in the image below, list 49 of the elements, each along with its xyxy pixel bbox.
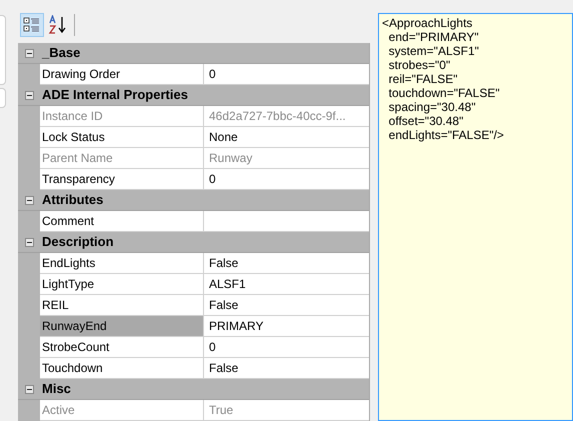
category-label: Misc (42, 380, 71, 398)
property-value[interactable]: ALSF1 (204, 274, 369, 295)
minus-icon (26, 92, 32, 98)
property-name[interactable]: RunwayEnd (40, 316, 204, 337)
minus-icon (26, 198, 32, 202)
xml-line: touchdown="FALSE" (388, 86, 501, 100)
property-value[interactable]: None (204, 127, 369, 148)
property-name[interactable]: StrobeCount (40, 337, 204, 358)
xml-text-area[interactable]: <ApproachLights end="PRIMARY" system="ALSF1" strobes="0" reil="FALSE" touchdown="FALSE" spacing="30.48" offset="30.48" endLights="FALSE"/> (378, 13, 573, 421)
minus-icon (26, 386, 32, 392)
category-label: Attributes (42, 191, 104, 210)
category-label: _Base (42, 44, 80, 62)
property-name[interactable]: REIL (40, 295, 204, 316)
property-value[interactable]: 0 (204, 64, 369, 85)
collapse-toggle[interactable] (24, 384, 34, 394)
minus-icon (26, 50, 32, 56)
xml-line: end="PRIMARY" (388, 30, 480, 44)
category-label: Description (42, 233, 114, 252)
categorized-button[interactable] (20, 12, 44, 36)
categorized-icon (23, 16, 41, 34)
xml-line: endLights="FALSE"/> (388, 128, 505, 142)
collapse-toggle[interactable] (24, 196, 34, 204)
xml-line: spacing="30.48" (388, 100, 477, 114)
xml-line: <ApproachLights (382, 16, 474, 30)
property-name[interactable]: Drawing Order (40, 64, 204, 85)
xml-line: offset="30.48" (388, 114, 464, 128)
property-value[interactable]: 0 (204, 169, 369, 190)
panel-edge (0, 88, 6, 108)
property-name[interactable]: EndLights (40, 253, 204, 274)
property-value[interactable]: False (204, 295, 369, 316)
minus-icon (26, 240, 32, 244)
property-value[interactable]: False (204, 358, 369, 379)
xml-line: system="ALSF1" (388, 44, 480, 58)
property-value[interactable]: PRIMARY (204, 316, 369, 337)
property-name[interactable]: Lock Status (40, 127, 204, 148)
property-name[interactable]: Transparency (40, 169, 204, 190)
collapse-toggle[interactable] (24, 48, 34, 58)
collapse-toggle[interactable] (24, 90, 34, 100)
xml-line: reil="FALSE" (388, 72, 459, 86)
property-value[interactable]: 0 (204, 337, 369, 358)
property-name[interactable]: Touchdown (40, 358, 204, 379)
xml-line: strobes="0" (388, 58, 452, 72)
property-value[interactable]: False (204, 253, 369, 274)
property-name[interactable]: Comment (40, 211, 204, 232)
category-label: ADE Internal Properties (42, 86, 188, 104)
collapse-toggle[interactable] (24, 238, 34, 246)
sort-alphabetical-icon (48, 14, 68, 34)
property-name[interactable]: LightType (40, 274, 204, 295)
panel-edge (0, 15, 6, 85)
